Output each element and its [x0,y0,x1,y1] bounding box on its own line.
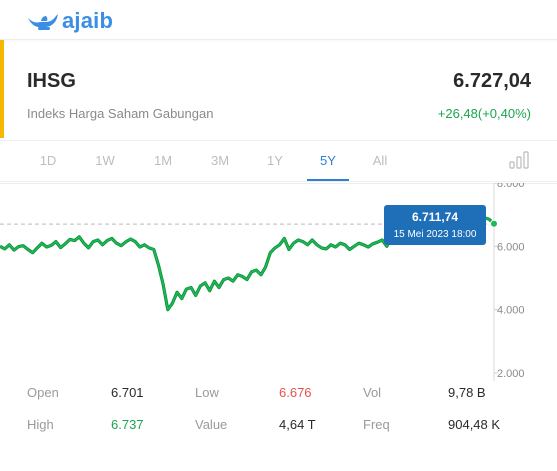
stat-open-label: Open [27,385,59,400]
stat-high-label: High [27,417,54,432]
stat-vol-value: 9,78 B [448,385,486,400]
y-tick-label: 4.000 [497,305,525,317]
tooltip-date: 15 Mei 2023 18:00 [394,229,477,240]
active-tab-indicator [307,179,349,181]
stat-value-label: Value [195,417,228,432]
tab-1y[interactable]: 1Y [254,153,296,168]
stat-value-value: 4,64 T [279,417,316,432]
tab-1w[interactable]: 1W [84,153,126,168]
stat-freq-label: Freq [363,417,390,432]
y-tick-label: 2.000 [497,368,525,380]
tab-3m[interactable]: 3M [199,153,241,168]
index-change: +26,48(+0,40%) [437,106,531,121]
accent-bar [0,40,4,138]
brand-name: ajaib [62,8,114,33]
range-tabs: 1D 1W 1M 3M 1Y 5Y All [0,140,557,182]
stats-panel: Open 6.701 Low 6.676 Vol 9,78 B High 6.7… [0,382,557,471]
index-symbol: IHSG [27,70,76,92]
last-price-marker [490,219,498,228]
stat-low-value: 6.676 [279,385,312,400]
stat-open-value: 6.701 [111,385,144,400]
tab-all[interactable]: All [359,153,401,168]
bar-chart-icon[interactable] [509,151,529,169]
stat-low-label: Low [195,385,219,400]
y-tick-label: 8.000 [497,183,525,190]
tab-5y[interactable]: 5Y [307,153,349,168]
tab-1m[interactable]: 1M [142,153,184,168]
stat-freq-value: 904,48 K [448,417,501,432]
ajaib-logo[interactable]: ajaib [26,8,113,34]
stat-vol-label: Vol [363,385,382,400]
stat-high-value: 6.737 [111,417,144,432]
y-tick-label: 6.000 [497,241,525,253]
index-full-name: Indeks Harga Saham Gabungan [27,106,214,121]
tooltip-value: 6.711,74 [412,210,458,224]
index-price: 6.727,04 [453,70,531,92]
price-chart[interactable]: 8.000 6.000 4.000 2.000 6.711,74 15 Mei 2023 … [0,183,557,383]
top-navbar: ajaib [0,0,557,40]
index-card: IHSG Indeks Harga Saham Gabungan 6.727,0… [0,40,557,471]
tab-1d[interactable]: 1D [27,153,69,168]
lamp-icon [28,14,58,30]
